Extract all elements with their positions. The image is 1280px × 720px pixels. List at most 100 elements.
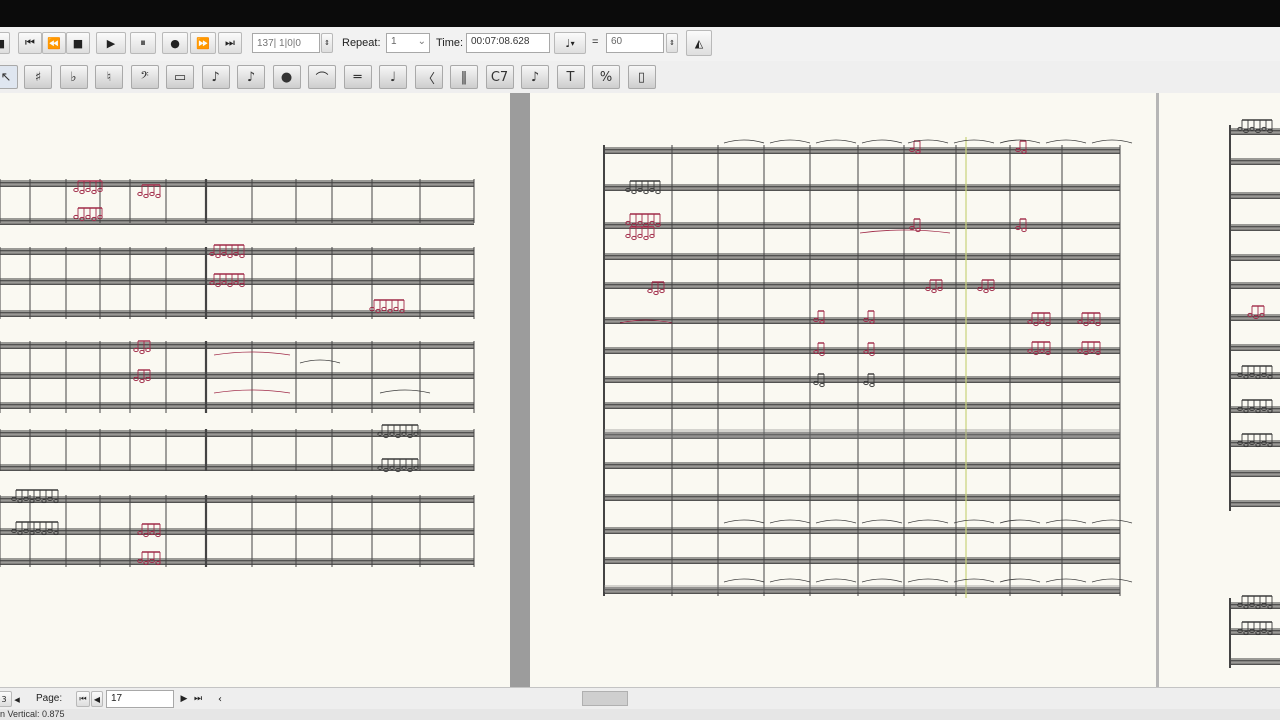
staff-left-2 — [0, 248, 474, 256]
page-tool[interactable]: ▯ — [627, 65, 656, 89]
fast-forward-button[interactable]: ⏩ — [190, 32, 216, 54]
slur-center-top-3 — [861, 139, 903, 144]
slur-center-low-5 — [953, 578, 995, 583]
percent-tool[interactable]: % — [592, 65, 620, 89]
staff-right-5 — [1230, 282, 1280, 290]
staff-center-1 — [604, 184, 1120, 192]
rewind-button[interactable]: ⏪ — [42, 32, 66, 54]
chord-symbol-tool[interactable]: C7 — [485, 65, 514, 89]
page-number-value: 17 — [111, 693, 123, 704]
slur-tool[interactable]: ⌒ — [308, 65, 336, 89]
slur-left-c — [299, 359, 341, 364]
notes-left-k — [11, 489, 59, 504]
slur-center-mid-2 — [815, 519, 857, 524]
note-tool[interactable]: ♪ — [201, 65, 230, 89]
notes-center-t — [863, 373, 875, 388]
sharp-tool[interactable]: ♯ — [24, 65, 52, 89]
play-icon: ▶ — [106, 36, 116, 50]
rewind-to-start-button[interactable]: ⏮ — [18, 32, 42, 54]
prev-arrow-icon[interactable]: ◂ — [12, 691, 22, 707]
slur-center-low-0 — [723, 578, 765, 583]
repeat-select[interactable]: 1 ⌄ — [386, 33, 430, 53]
staff-right-3 — [1230, 224, 1280, 232]
lyrics-tool[interactable]: ♪ — [521, 65, 549, 89]
dynamics-tool[interactable]: ● — [272, 65, 301, 89]
record-button[interactable]: ● — [162, 32, 188, 54]
notes-center-h — [925, 279, 943, 294]
select-arrow-tool[interactable]: ↖ — [0, 65, 18, 89]
first-page-button[interactable]: ⏮ — [76, 691, 90, 707]
notes-right-e — [1237, 595, 1273, 610]
tempo-field[interactable]: 60 — [606, 33, 664, 53]
notes-center-o — [813, 310, 825, 325]
last-page-button[interactable]: ⏭ — [191, 691, 205, 707]
metronome-button[interactable]: ◭ — [686, 30, 712, 56]
tempo-note-button[interactable]: ♩ ▾ — [554, 32, 586, 54]
pause-icon: ⏸ — [140, 36, 146, 49]
stop-icon: ■ — [72, 36, 84, 50]
slur-center-mid-5 — [953, 519, 995, 524]
time-label: Time: — [436, 37, 464, 49]
notes-right-d — [1237, 433, 1273, 448]
transport-start-partial-button[interactable]: ▮ — [0, 32, 10, 54]
clef-tool[interactable]: 𝄢 — [130, 65, 159, 89]
beam-tool[interactable]: ═ — [343, 65, 372, 89]
page-number-field[interactable]: 17 — [106, 690, 174, 708]
slur-center-top-7 — [1045, 139, 1087, 144]
forward-to-end-button[interactable]: ⏭ — [218, 32, 242, 54]
stop-button[interactable]: ■ — [66, 32, 90, 54]
staff-right-1 — [1230, 158, 1280, 166]
notes-center-a — [625, 180, 661, 195]
prev-page-button[interactable]: ◀ — [91, 691, 103, 707]
barline-tool[interactable]: ‖ — [450, 65, 478, 89]
score-workspace[interactable] — [0, 93, 1280, 687]
skip-forward-icon: ⏭ — [225, 36, 235, 49]
staff-center-7 — [604, 376, 1120, 384]
staff-left-12 — [0, 558, 474, 566]
rest-tool[interactable]: ▭ — [166, 65, 194, 89]
notes-left-l — [11, 521, 59, 536]
staff-center-12 — [604, 527, 1120, 535]
skip-back-icon: ⏮ — [25, 36, 35, 49]
chevron-down-icon: ⌄ — [417, 36, 426, 47]
flat-tool[interactable]: ♭ — [59, 65, 88, 89]
next-page-button[interactable]: ▶ — [178, 691, 190, 707]
staff-left-1 — [0, 218, 474, 226]
staff-center-8 — [604, 402, 1120, 410]
slur-center-low-2 — [815, 578, 857, 583]
left-scroll-button[interactable]: 3 — [0, 691, 12, 707]
time-display: 00:07:08.628 — [466, 33, 550, 53]
play-button[interactable]: ▶ — [96, 32, 126, 54]
hairpin-tool[interactable]: 〈 — [414, 65, 443, 89]
notes-center-s — [813, 373, 825, 388]
slur-center-mid-4 — [907, 519, 949, 524]
slur-center-low-6 — [999, 578, 1041, 583]
position-spinner[interactable]: ⇕ — [321, 33, 333, 53]
notes-center-d — [909, 140, 921, 155]
window-title-bar — [0, 0, 1280, 27]
natural-tool[interactable]: ♮ — [95, 65, 123, 89]
articulation-tool[interactable]: ♩ — [379, 65, 407, 89]
rewind-icon: ⏪ — [47, 36, 61, 50]
position-field[interactable] — [252, 33, 320, 53]
notes-right-c — [1237, 399, 1273, 414]
staff-left-5 — [0, 342, 474, 350]
slur-center-mid-7 — [1045, 519, 1087, 524]
notes-center-p — [863, 310, 875, 325]
staff-right-7 — [1230, 344, 1280, 352]
slur-center-low-1 — [769, 578, 811, 583]
tempo-equals: = — [592, 36, 599, 48]
pause-button[interactable]: ⏸ — [130, 32, 156, 54]
staff-right-4 — [1230, 254, 1280, 262]
scroll-left-icon[interactable]: ‹ — [214, 691, 226, 707]
notes-left-d — [209, 244, 245, 259]
staff-left-11 — [0, 528, 474, 536]
staff-center-13 — [604, 557, 1120, 565]
grace-note-tool[interactable]: ♪ — [237, 65, 265, 89]
text-tool[interactable]: T — [556, 65, 585, 89]
notes-left-a — [73, 180, 103, 195]
horizontal-scrollbar-thumb[interactable] — [582, 691, 628, 706]
tempo-spinner[interactable]: ⇕ — [666, 33, 678, 53]
slur-center-low-8 — [1091, 578, 1133, 583]
page-label: Page: — [36, 693, 63, 704]
